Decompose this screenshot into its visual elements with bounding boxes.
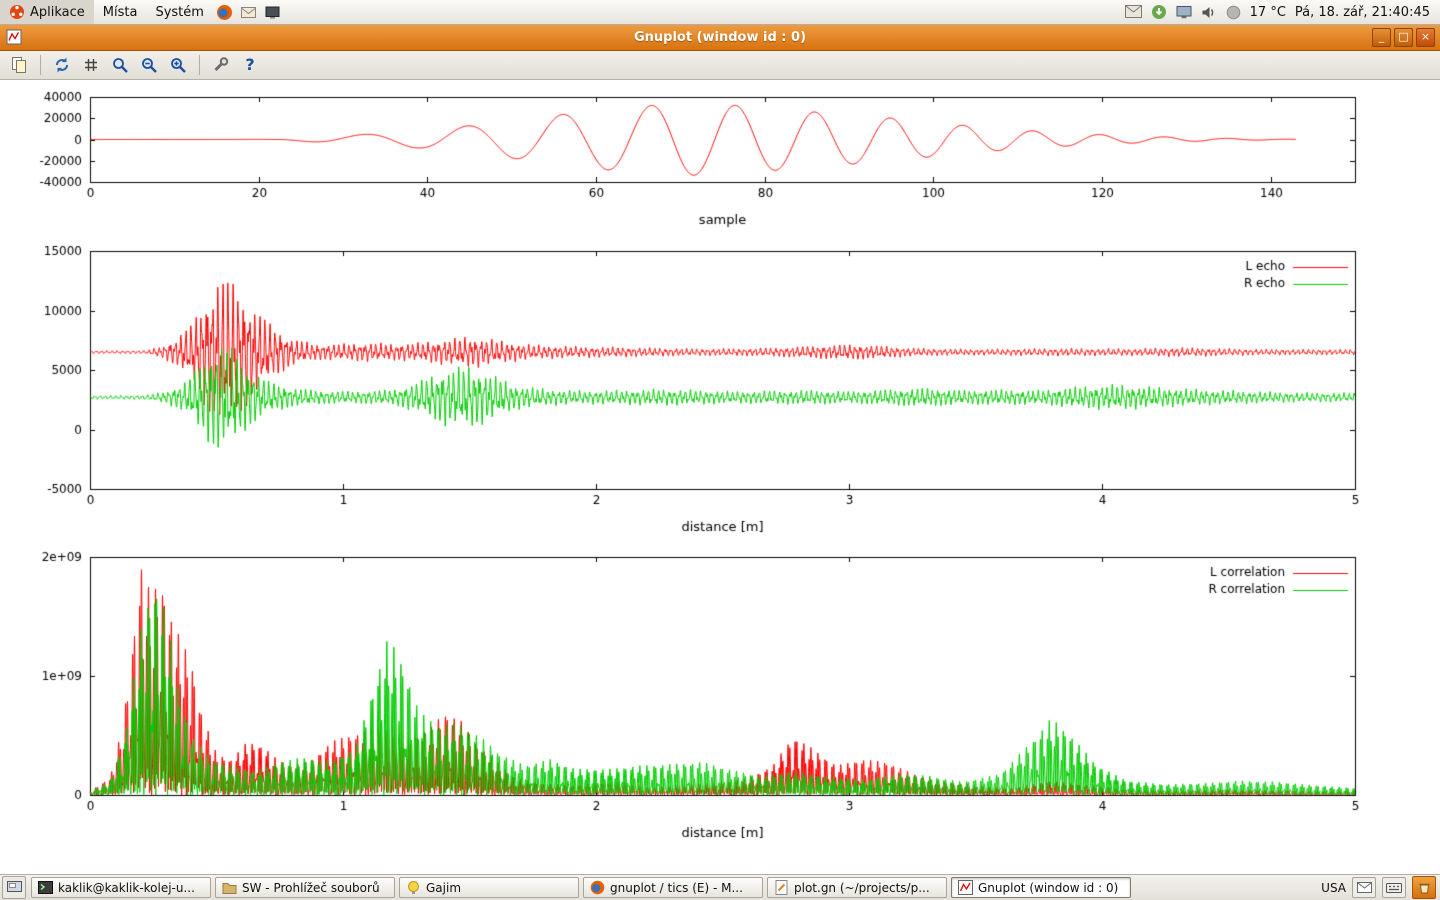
trash-icon — [1418, 881, 1431, 894]
taskbar-item-label: plot.gn (~/projects/p... — [794, 881, 930, 895]
echo-signals-chart[interactable] — [0, 240, 1440, 540]
screenshot-launcher-icon[interactable] — [261, 0, 285, 24]
mail-notification-icon[interactable] — [1125, 5, 1142, 19]
menu-system-label: Systém — [155, 5, 203, 20]
taskbar-item-file-manager[interactable]: SW - Prohlížeč souborů — [215, 877, 395, 898]
correlation-chart[interactable] — [0, 545, 1440, 850]
folder-icon — [222, 880, 237, 895]
temperature[interactable]: 17 °C — [1250, 5, 1286, 20]
wrench-icon — [212, 56, 230, 74]
magnifier-minus-icon — [140, 56, 158, 74]
taskbar-item-label: gnuplot / tics (E) - M... — [610, 881, 743, 895]
taskbar: kaklik@kaklik-kolej-u... SW - Prohlížeč … — [0, 874, 1440, 900]
show-desktop-button[interactable] — [2, 876, 26, 899]
toggle-grid-button[interactable] — [78, 53, 104, 77]
panel-status-area: 17 °C Pá, 18. zář, 21:40:45 — [1125, 4, 1440, 20]
zoom-previous-button[interactable] — [136, 53, 162, 77]
refresh-icon — [53, 56, 71, 74]
grid-icon — [82, 56, 100, 74]
firefox-icon — [590, 880, 605, 895]
gnuplot-plot-area — [0, 80, 1440, 875]
trash-button[interactable] — [1412, 876, 1436, 899]
zoom-next-button[interactable] — [165, 53, 191, 77]
menu-applications[interactable]: Aplikace — [0, 0, 94, 24]
show-desktop-icon — [7, 881, 22, 894]
gnuplot-icon — [958, 880, 973, 895]
keyboard-layout-indicator[interactable]: USA — [1321, 881, 1346, 895]
magnifier-plus-icon — [169, 56, 187, 74]
text-editor-icon — [774, 880, 789, 895]
menu-applications-label: Aplikace — [30, 5, 85, 20]
toolbar-separator — [199, 55, 200, 75]
chirp-signal-chart[interactable] — [0, 85, 1440, 235]
window-titlebar[interactable]: Gnuplot (window id : 0) _ □ × — [0, 24, 1440, 51]
clock[interactable]: Pá, 18. zář, 21:40:45 — [1295, 5, 1430, 20]
taskbar-item-text-editor[interactable]: plot.gn (~/projects/p... — [767, 877, 947, 898]
display-icon[interactable] — [1176, 5, 1192, 20]
taskbar-item-label: Gajim — [426, 881, 461, 895]
taskbar-item-label: Gnuplot (window id : 0) — [978, 881, 1118, 895]
gnuplot-toolbar: ? — [0, 50, 1440, 80]
keyboard-icon — [1386, 882, 1402, 894]
firefox-launcher-icon[interactable] — [213, 0, 237, 24]
gajim-icon — [406, 880, 421, 895]
help-button[interactable]: ? — [237, 53, 263, 77]
taskbar-item-gajim[interactable]: Gajim — [399, 877, 579, 898]
toolbar-separator — [40, 55, 41, 75]
copy-icon — [10, 56, 28, 74]
volume-icon[interactable] — [1201, 5, 1217, 20]
taskbar-item-label: SW - Prohlížeč souborů — [242, 881, 380, 895]
taskbar-item-gnuplot[interactable]: Gnuplot (window id : 0) — [951, 877, 1131, 898]
copy-to-clipboard-button[interactable] — [6, 53, 32, 77]
ubuntu-logo-icon — [9, 4, 25, 20]
taskbar-item-terminal[interactable]: kaklik@kaklik-kolej-u... — [31, 877, 211, 898]
mail-tray-button[interactable] — [1352, 877, 1376, 898]
menu-places[interactable]: Místa — [94, 0, 147, 24]
keyboard-tray-button[interactable] — [1382, 877, 1406, 898]
magnifier-icon — [111, 56, 129, 74]
menu-system[interactable]: Systém — [146, 0, 212, 24]
taskbar-item-label: kaklik@kaklik-kolej-u... — [58, 881, 195, 895]
window-title: Gnuplot (window id : 0) — [0, 30, 1440, 45]
taskbar-status-area: USA — [1321, 876, 1440, 899]
zoom-reset-button[interactable] — [107, 53, 133, 77]
replot-button[interactable] — [49, 53, 75, 77]
taskbar-item-firefox[interactable]: gnuplot / tics (E) - M... — [583, 877, 763, 898]
terminal-icon — [38, 880, 53, 895]
settings-button[interactable] — [208, 53, 234, 77]
envelope-icon — [1357, 882, 1372, 894]
software-update-icon[interactable] — [1151, 4, 1167, 20]
help-icon: ? — [245, 55, 254, 74]
menu-places-label: Místa — [103, 5, 138, 20]
gnome-top-panel: Aplikace Místa Systém 17 °C Pá, 18. zář,… — [0, 0, 1440, 25]
weather-icon[interactable] — [1226, 5, 1241, 20]
mail-launcher-icon[interactable] — [237, 0, 261, 24]
